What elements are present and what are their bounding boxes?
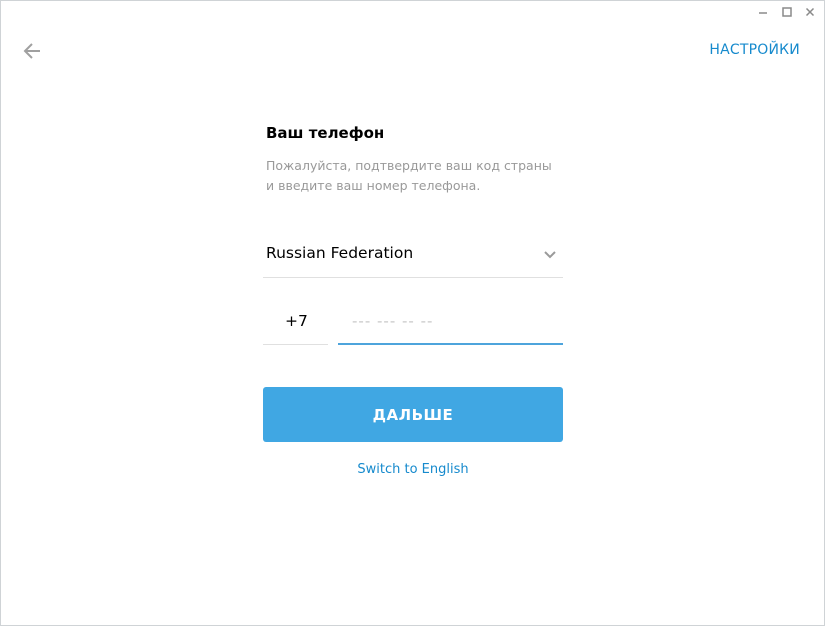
form-description: Пожалуйста, подтвердите ваш код страны и…: [266, 158, 552, 193]
login-window: НАСТРОЙКИ Ваш телефон Пожалуйста, подтве…: [0, 0, 825, 626]
page-title: Ваш телефон: [266, 124, 385, 142]
settings-link[interactable]: НАСТРОЙКИ: [709, 42, 800, 58]
back-button[interactable]: [19, 39, 45, 63]
close-button[interactable]: [800, 3, 820, 21]
maximize-button[interactable]: [777, 3, 797, 21]
country-select[interactable]: Russian Federation: [263, 233, 563, 278]
next-button[interactable]: ДАЛЬШЕ: [263, 387, 563, 442]
close-icon: [805, 7, 815, 17]
maximize-icon: [782, 7, 792, 17]
country-selected-value: Russian Federation: [266, 244, 414, 262]
arrow-left-icon: [23, 43, 40, 59]
switch-language-link[interactable]: Switch to English: [263, 462, 563, 477]
phone-number-field[interactable]: [338, 304, 563, 345]
chevron-down-icon: [544, 251, 556, 259]
title-bar: [1, 1, 824, 23]
minimize-button[interactable]: [753, 3, 773, 21]
country-code-field[interactable]: +7: [263, 304, 328, 345]
minimize-icon: [759, 12, 767, 14]
phone-number-input[interactable]: [352, 312, 552, 330]
next-button-label: ДАЛЬШЕ: [372, 405, 454, 424]
country-code-value: +7: [285, 312, 308, 330]
